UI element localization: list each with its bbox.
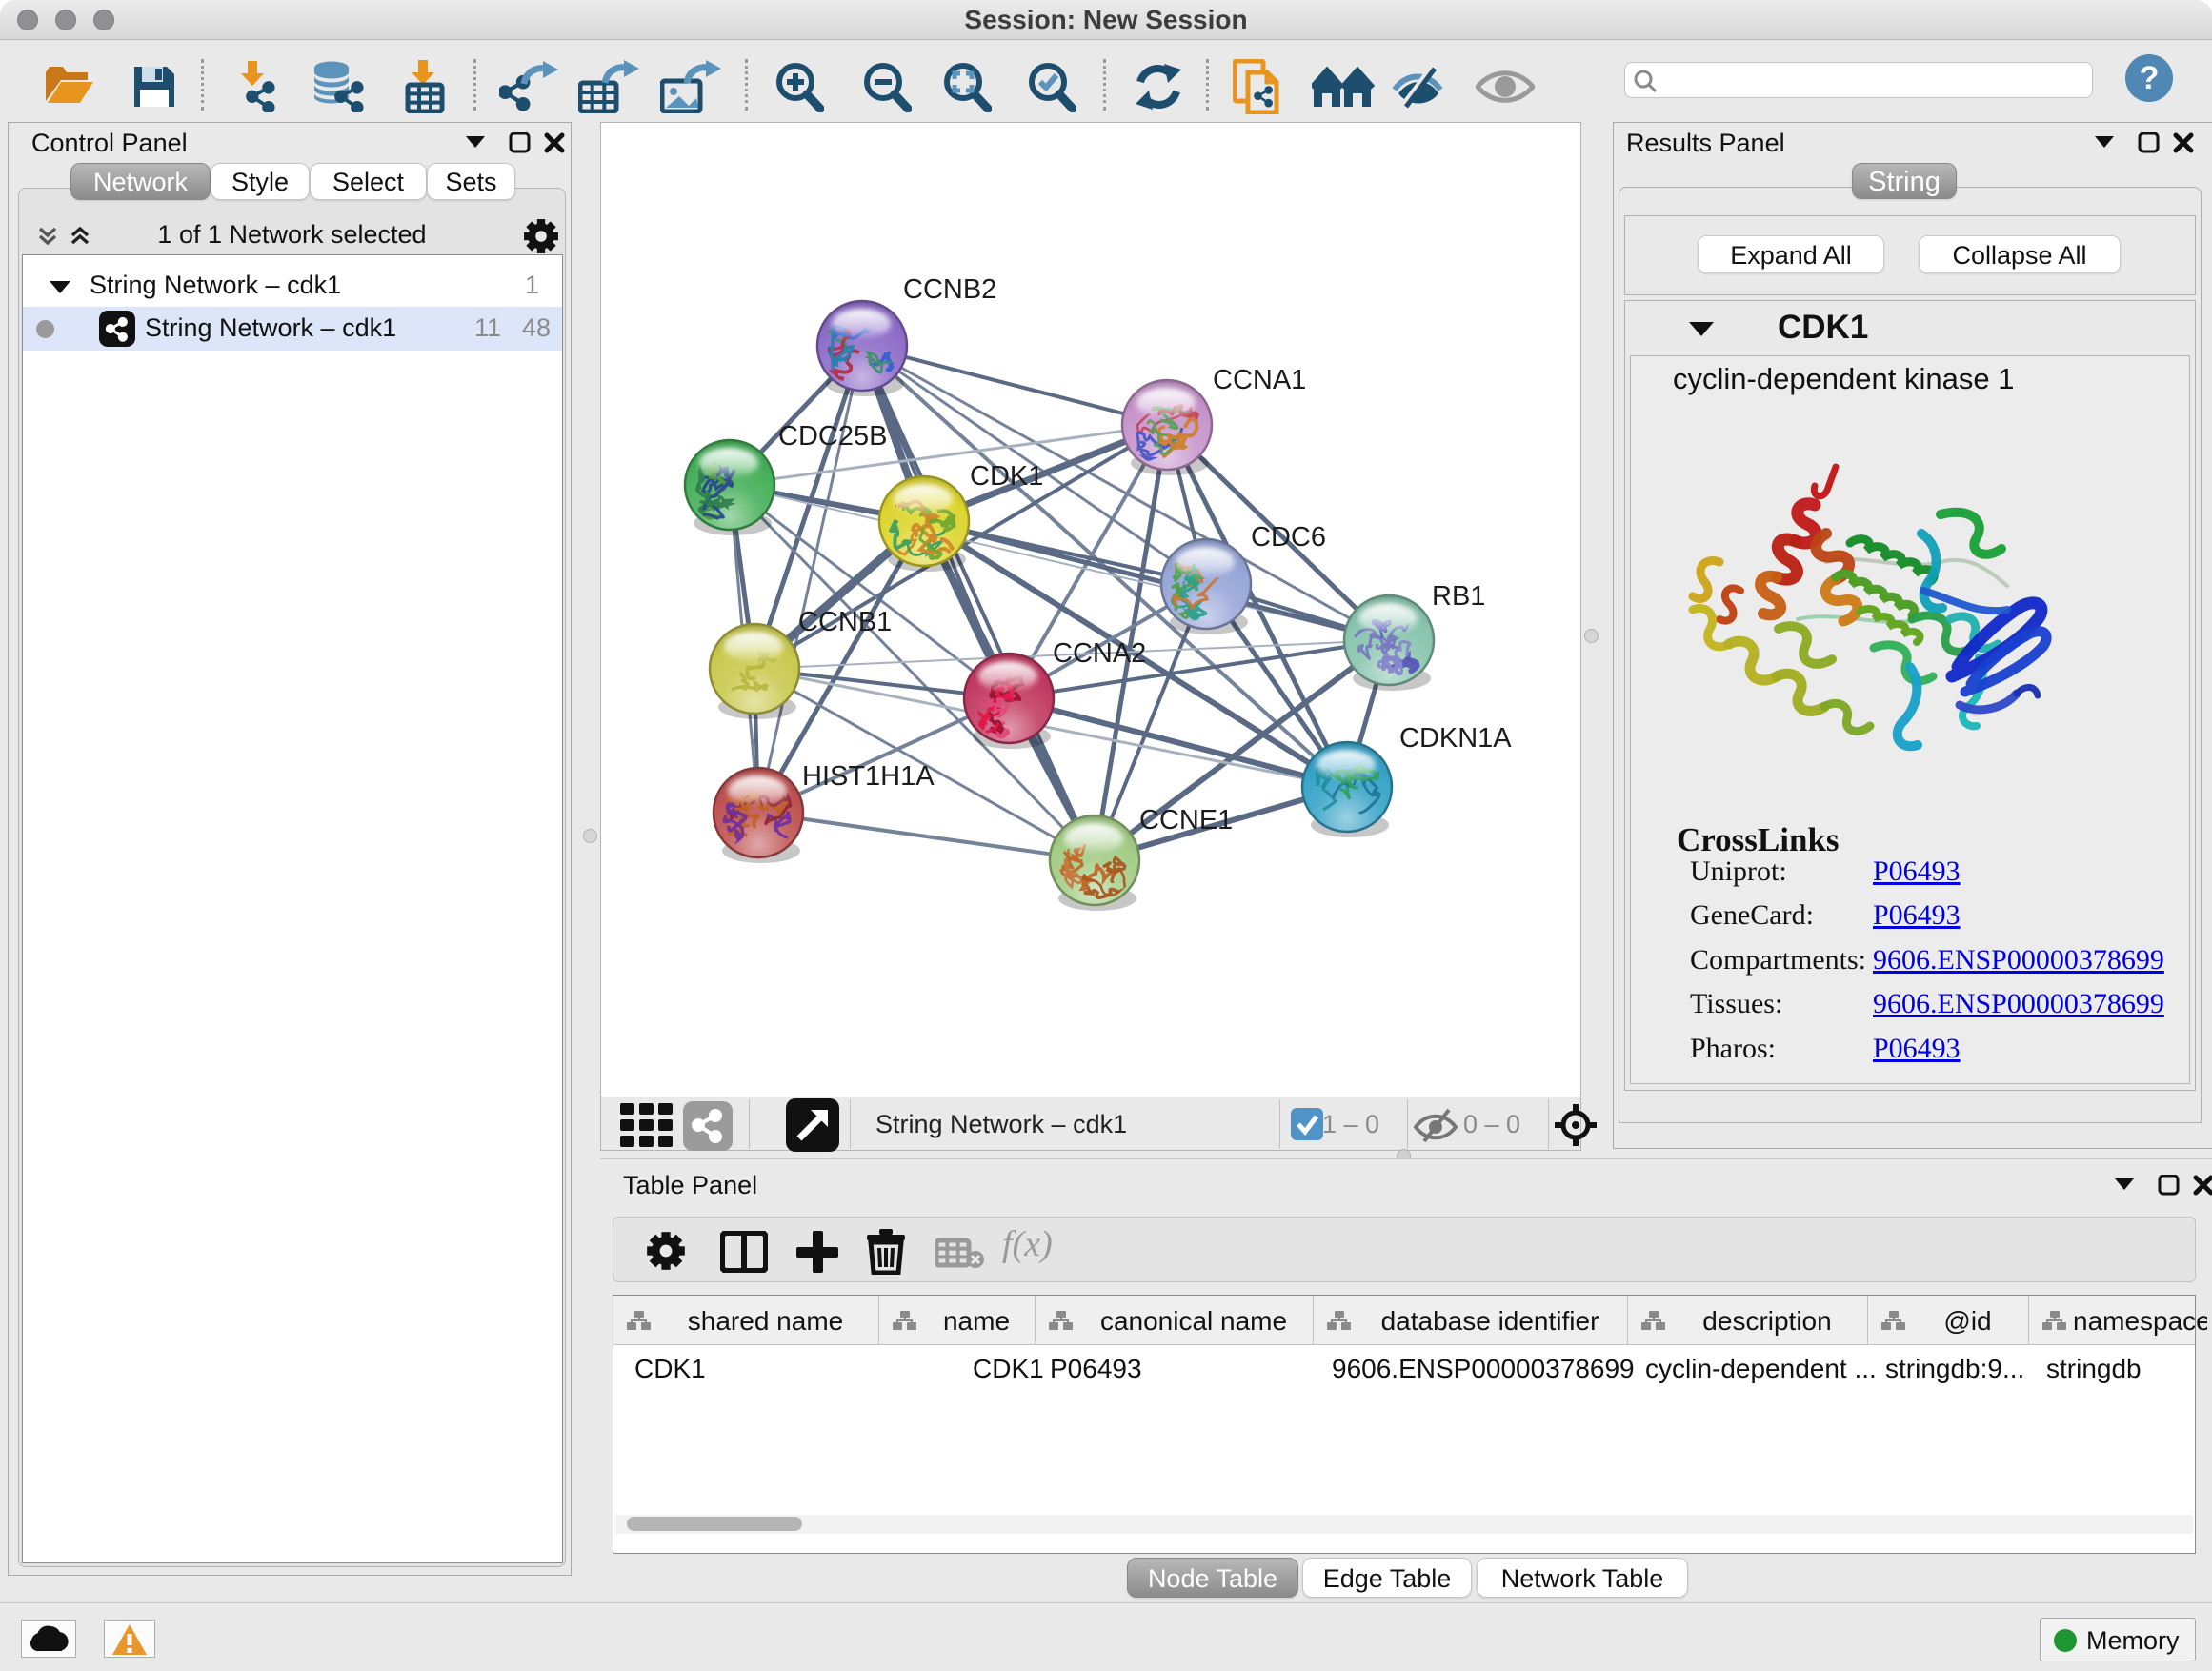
svg-text:CCNA1: CCNA1 — [1213, 365, 1306, 395]
svg-text:CDKN1A: CDKN1A — [1399, 723, 1512, 754]
svg-text:CCNB1: CCNB1 — [798, 607, 892, 637]
svg-text:RB1: RB1 — [1432, 581, 1485, 612]
svg-text:CCNB2: CCNB2 — [903, 274, 996, 305]
svg-text:CCNA2: CCNA2 — [1053, 638, 1146, 669]
svg-text:CDC6: CDC6 — [1251, 522, 1326, 553]
svg-text:CCNE1: CCNE1 — [1139, 805, 1233, 836]
svg-text:HIST1H1A: HIST1H1A — [802, 761, 935, 792]
svg-text:CDC25B: CDC25B — [778, 421, 887, 452]
svg-text:CDK1: CDK1 — [970, 461, 1043, 492]
